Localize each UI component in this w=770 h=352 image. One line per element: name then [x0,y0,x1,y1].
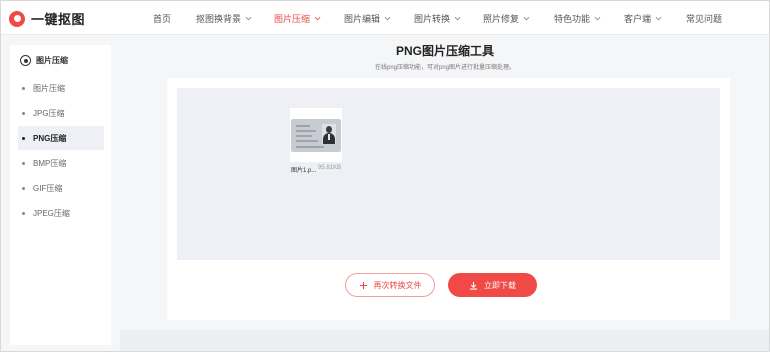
chevron-down-icon [384,15,391,22]
sidebar-item-bmp-compress[interactable]: BMP压缩 [18,151,104,175]
chevron-down-icon [655,15,662,22]
target-icon [20,55,31,66]
sidebar-item-jpg-compress[interactable]: JPG压缩 [18,101,104,125]
bullet-icon [22,211,25,215]
nav-item-cutout-background[interactable]: 抠图换背景 [196,12,252,25]
plus-icon [359,281,368,290]
nav-item-faq[interactable]: 常见问题 [686,12,722,25]
chevron-down-icon [245,15,252,22]
tool-card: 图片1.p... 95.81KB 再次转换文件 立即下载 [167,78,730,320]
download-button[interactable]: 立即下载 [448,273,537,297]
sidebar-heading: 图片压缩 [20,55,68,66]
file-thumbnail[interactable] [290,108,342,162]
id-card-image [291,118,341,152]
page-title: PNG图片压缩工具 [395,44,494,58]
convert-again-button[interactable]: 再次转换文件 [345,273,435,297]
main-nav: 首页 抠图换背景 图片压缩 图片编辑 图片转换 照片修复 特色功能 客户端 常见… [1,1,769,35]
chevron-down-icon [454,15,461,22]
sidebar-item-png-compress[interactable]: PNG压缩 [18,126,104,150]
file-dropzone[interactable]: 图片1.p... 95.81KB [177,88,720,260]
nav-label: 客户端 [624,14,652,24]
chevron-down-icon [523,15,530,22]
nav-item-client[interactable]: 客户端 [624,12,662,25]
download-label: 立即下载 [484,280,516,290]
chevron-down-icon [594,15,601,22]
nav-item-photo-repair[interactable]: 照片修复 [483,12,530,25]
sidebar-item-jpeg-compress[interactable]: JPEG压缩 [18,201,104,225]
nav-label: 图片转换 [414,14,451,24]
download-icon [469,281,478,290]
bullet-icon [22,161,25,165]
nav-label: 常见问题 [686,14,723,24]
sidebar-item-label: JPG压缩 [33,108,65,118]
bullet-icon [22,136,25,140]
bullet-icon [22,111,25,115]
sidebar-heading-label: 图片压缩 [36,56,68,65]
nav-label: 图片压缩 [274,14,311,24]
bullet-icon [22,86,25,90]
nav-item-home[interactable]: 首页 [153,12,171,25]
nav-label: 首页 [153,14,172,24]
sidebar-item-label: 图片压缩 [33,83,65,93]
sidebar-item-label: PNG压缩 [33,133,67,143]
bullet-icon [22,186,25,190]
nav-item-featured[interactable]: 特色功能 [554,12,601,25]
sidebar-item-image-compress[interactable]: 图片压缩 [18,76,104,100]
file-name: 图片1.p... [291,168,317,174]
file-size: 95.81KB [318,165,342,171]
nav-label: 图片编辑 [344,14,381,24]
sidebar-item-label: BMP压缩 [33,158,67,168]
sidebar-item-label: GIF压缩 [33,183,63,193]
nav-label: 抠图换背景 [196,14,242,24]
nav-label: 特色功能 [554,14,591,24]
convert-again-label: 再次转换文件 [373,280,422,290]
header: 一键抠图 首页 抠图换背景 图片压缩 图片编辑 图片转换 照片修复 特色功能 客… [1,1,769,35]
nav-item-image-compress[interactable]: 图片压缩 [274,12,321,25]
nav-item-image-convert[interactable]: 图片转换 [414,12,461,25]
footer-strip [120,330,769,351]
sidebar-item-gif-compress[interactable]: GIF压缩 [18,176,104,200]
nav-label: 照片修复 [483,14,520,24]
page-subtitle: 在线png压缩功能，可对png图片进行批量压缩处理。 [374,65,516,71]
sidebar: 图片压缩 图片压缩 JPG压缩 PNG压缩 BMP压缩 GIF压缩 JPEG压缩 [10,45,111,345]
chevron-down-icon [314,15,321,22]
sidebar-item-label: JPEG压缩 [33,208,70,218]
nav-item-image-edit[interactable]: 图片编辑 [344,12,391,25]
